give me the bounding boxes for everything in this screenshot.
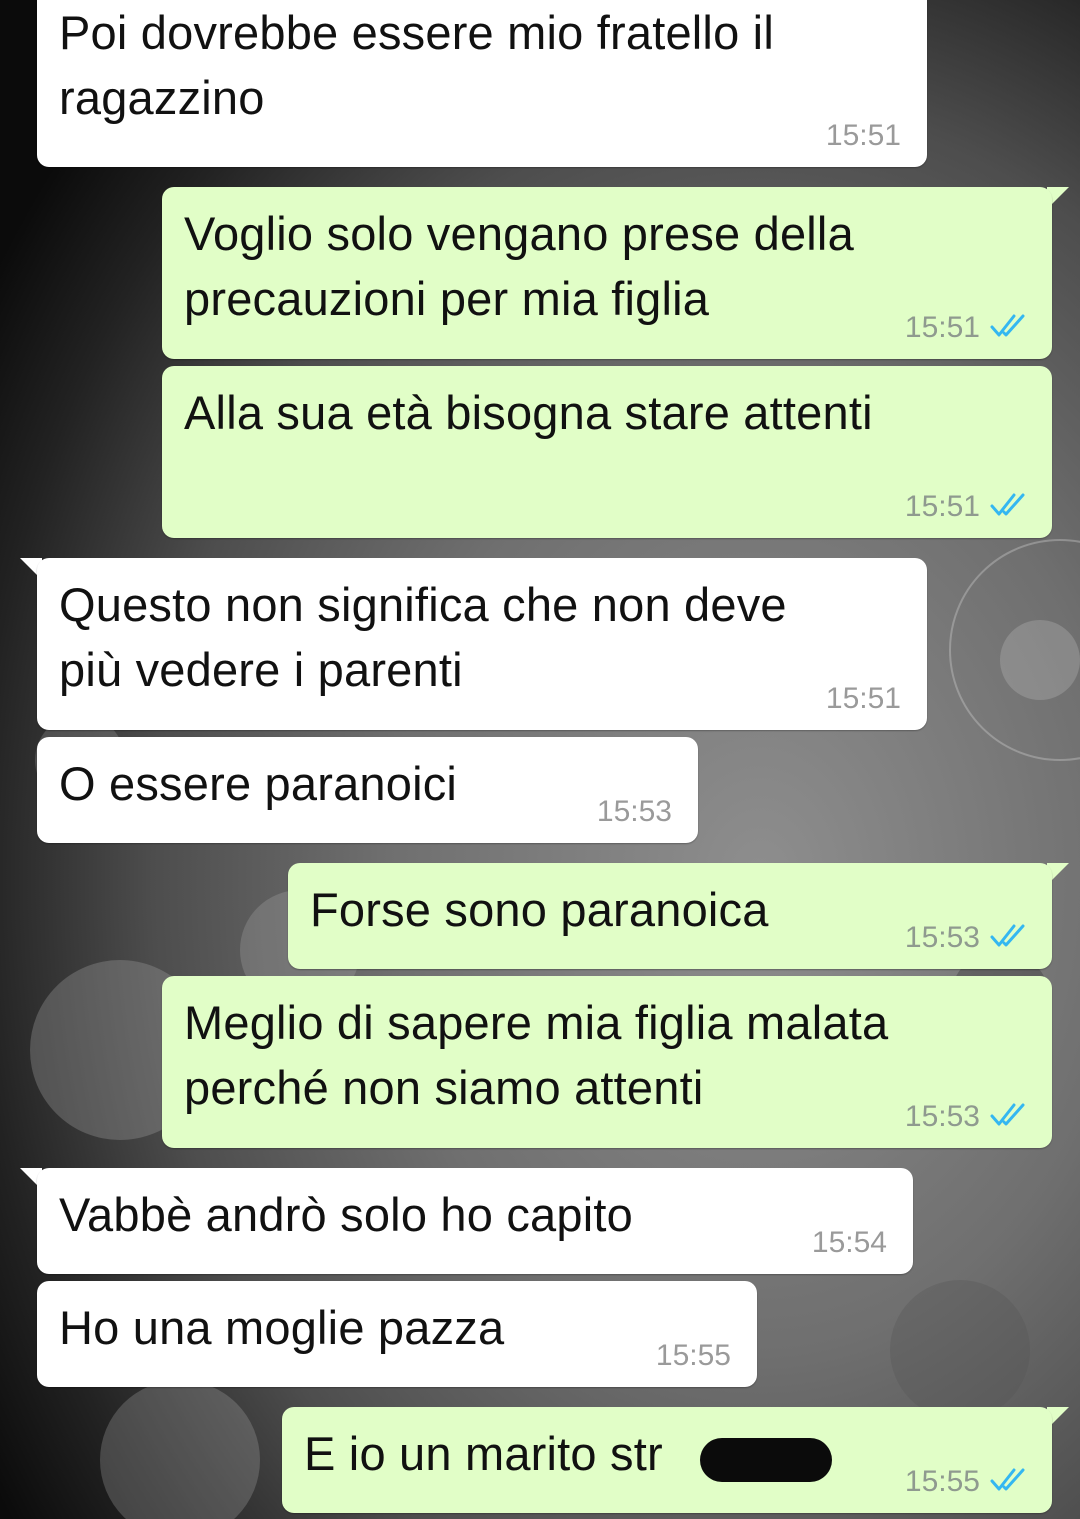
double-check-icon <box>990 493 1025 516</box>
message-text: E io un marito str <box>304 1427 663 1480</box>
outgoing-message[interactable]: Voglio solo vengano prese della precauzi… <box>162 187 1052 359</box>
message-time: 15:55 <box>655 1339 731 1372</box>
message-time: 15:51 <box>825 119 901 152</box>
message-time: 15:55 <box>904 1465 980 1498</box>
message-time: 15:51 <box>904 490 980 523</box>
message-text: Questo non significa che non deve più ve… <box>59 578 787 696</box>
outgoing-message[interactable]: Alla sua età bisogna stare attenti 15:51 <box>162 366 1052 538</box>
outgoing-message[interactable]: Meglio di sapere mia figlia malata perch… <box>162 976 1052 1148</box>
outgoing-message[interactable]: E io un marito str 15:55 <box>282 1407 1052 1513</box>
message-text: O essere paranoici <box>59 757 458 810</box>
message-text: Voglio solo vengano prese della precauzi… <box>184 207 854 325</box>
incoming-message[interactable]: Poi dovrebbe essere mio fratello il raga… <box>37 0 927 167</box>
incoming-message[interactable]: Questo non significa che non deve più ve… <box>37 558 927 730</box>
double-check-icon <box>990 1103 1025 1126</box>
redaction-mark <box>700 1438 832 1482</box>
message-text: Poi dovrebbe essere mio fratello il raga… <box>59 6 774 124</box>
message-text: Alla sua età bisogna stare attenti <box>184 386 873 439</box>
message-text: Forse sono paranoica <box>310 883 769 936</box>
incoming-message[interactable]: Ho una moglie pazza 15:55 <box>37 1281 757 1387</box>
message-text: Vabbè andrò solo ho capito <box>59 1188 633 1241</box>
message-text: Ho una moglie pazza <box>59 1301 505 1354</box>
message-time: 15:51 <box>904 311 980 344</box>
message-time: 15:54 <box>811 1226 887 1259</box>
message-time: 15:53 <box>904 921 980 954</box>
double-check-icon <box>990 924 1025 947</box>
double-check-icon <box>990 1468 1025 1491</box>
outgoing-message[interactable]: Forse sono paranoica 15:53 <box>288 863 1052 969</box>
incoming-message[interactable]: Vabbè andrò solo ho capito 15:54 <box>37 1168 913 1274</box>
double-check-icon <box>990 314 1025 337</box>
message-time: 15:53 <box>904 1100 980 1133</box>
incoming-message[interactable]: O essere paranoici 15:53 <box>37 737 698 843</box>
message-text: Meglio di sapere mia figlia malata perch… <box>184 996 889 1114</box>
message-time: 15:53 <box>596 795 672 828</box>
message-time: 15:51 <box>825 682 901 715</box>
